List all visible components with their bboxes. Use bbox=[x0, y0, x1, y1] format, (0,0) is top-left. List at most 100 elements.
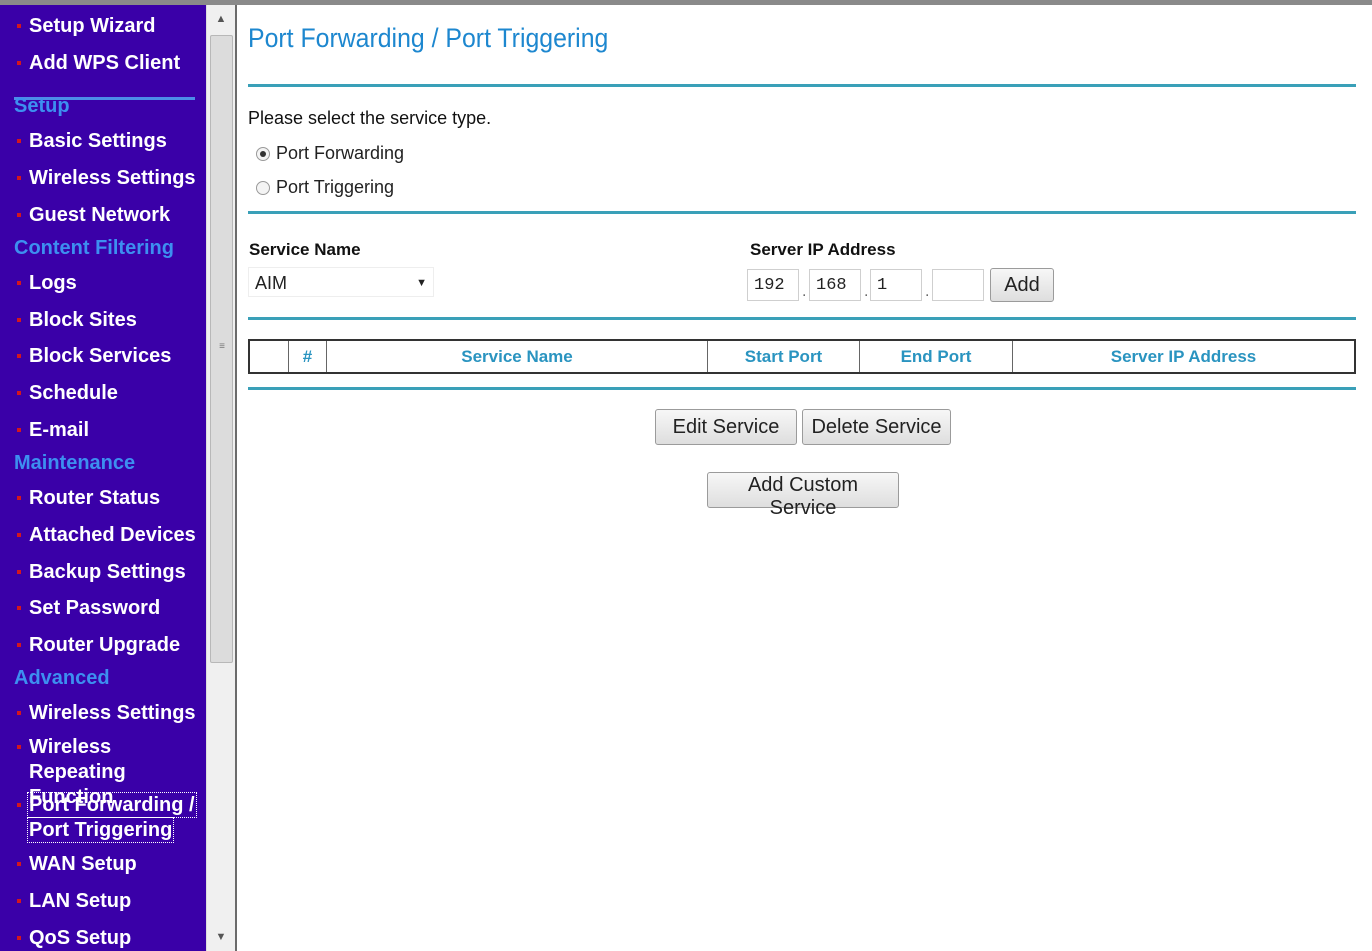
sidebar-item[interactable]: Basic Settings bbox=[0, 129, 206, 154]
table-header-row: # Service Name Start Port End Port Serve… bbox=[248, 339, 1356, 374]
sidebar-item[interactable]: WAN Setup bbox=[0, 852, 206, 877]
ip-separator: . bbox=[864, 283, 869, 300]
sidebar-item-label[interactable]: Attached Devices bbox=[29, 524, 196, 546]
index-column-header: # bbox=[288, 339, 327, 374]
main-content: Port Forwarding / Port Triggering Please… bbox=[236, 5, 1372, 951]
ip-separator: . bbox=[802, 283, 807, 300]
port-forwarding-radio-option[interactable]: Port Forwarding bbox=[256, 143, 404, 164]
add-button[interactable]: Add bbox=[990, 268, 1054, 302]
port-forwarding-radio[interactable] bbox=[256, 146, 270, 161]
bullet-icon bbox=[17, 643, 21, 647]
server-ip-label: Server IP Address bbox=[750, 240, 896, 259]
bullet-icon bbox=[17, 354, 21, 358]
sidebar-item[interactable]: Block Services bbox=[0, 344, 206, 369]
sidebar-item-label[interactable]: Router Status bbox=[29, 487, 160, 509]
sidebar-item[interactable]: Router Upgrade bbox=[0, 633, 206, 658]
grip-icon: ≡ bbox=[219, 341, 225, 352]
section-divider bbox=[248, 317, 1356, 320]
bullet-icon bbox=[17, 139, 21, 143]
ip-octet-1-input[interactable]: 192 bbox=[747, 269, 799, 301]
sidebar-item-label[interactable]: Router Upgrade bbox=[29, 634, 180, 656]
sidebar-item-label[interactable]: Set Password bbox=[29, 597, 160, 619]
scrollbar-thumb[interactable]: ≡ bbox=[210, 35, 233, 663]
sidebar-section-heading: Content Filtering bbox=[0, 236, 206, 261]
sidebar-item-label[interactable]: Schedule bbox=[29, 382, 118, 404]
delete-service-button[interactable]: Delete Service bbox=[802, 409, 951, 445]
bullet-icon bbox=[17, 213, 21, 217]
service-type-prompt: Please select the service type. bbox=[248, 108, 492, 128]
sidebar-item[interactable]: Router Status bbox=[0, 486, 206, 511]
sidebar-item[interactable]: Port Forwarding / Port Triggering bbox=[0, 792, 206, 843]
sidebar-item-label[interactable]: Guest Network bbox=[29, 204, 170, 226]
sidebar-item-label[interactable]: Block Services bbox=[29, 345, 171, 367]
bullet-icon bbox=[17, 711, 21, 715]
sidebar-item-label[interactable]: E-mail bbox=[29, 419, 89, 441]
sidebar-item[interactable]: QoS Setup bbox=[0, 926, 206, 951]
bullet-icon bbox=[17, 606, 21, 610]
sidebar-item-label[interactable]: QoS Setup bbox=[29, 927, 131, 949]
bullet-icon bbox=[17, 318, 21, 322]
end-port-column-header: End Port bbox=[859, 339, 1013, 374]
add-custom-service-button[interactable]: Add Custom Service bbox=[707, 472, 899, 519]
bullet-icon bbox=[17, 176, 21, 180]
sidebar-item-label[interactable]: Wireless Repeating bbox=[29, 736, 126, 783]
bullet-icon bbox=[17, 61, 21, 65]
sidebar-section-heading: Maintenance bbox=[0, 451, 206, 476]
scroll-up-arrow-icon[interactable]: ▲ bbox=[207, 5, 235, 33]
server-ip-column-header: Server IP Address bbox=[1012, 339, 1356, 374]
ip-separator: . bbox=[925, 283, 930, 300]
ip-octet-2-input[interactable]: 168 bbox=[809, 269, 861, 301]
service-name-select[interactable]: AIM ▼ bbox=[248, 267, 434, 297]
section-divider bbox=[248, 211, 1356, 214]
page-title: Port Forwarding / Port Triggering bbox=[248, 23, 609, 53]
ip-octet-3-input[interactable]: 1 bbox=[870, 269, 922, 301]
sidebar-item[interactable]: Wireless Settings bbox=[0, 701, 206, 726]
dropdown-arrow-icon: ▼ bbox=[416, 277, 427, 289]
sidebar-item-label[interactable]: Wireless Settings bbox=[29, 702, 196, 724]
port-forwarding-label: Port Forwarding bbox=[276, 143, 405, 163]
sidebar-item[interactable]: Add WPS Client bbox=[0, 51, 206, 76]
sidebar-item-label-line2[interactable]: Port Triggering bbox=[26, 817, 175, 843]
sidebar-item[interactable]: LAN Setup bbox=[0, 889, 206, 914]
sidebar-item-label[interactable]: Backup Settings bbox=[29, 561, 186, 583]
sidebar-item[interactable]: Schedule bbox=[0, 381, 206, 406]
sidebar-item-label[interactable]: Logs bbox=[29, 272, 77, 294]
sidebar-item[interactable]: Guest Network bbox=[0, 203, 206, 228]
sidebar-item[interactable]: Setup Wizard bbox=[0, 14, 206, 39]
sidebar-section-label: Advanced bbox=[14, 667, 110, 689]
sidebar-item[interactable]: Wireless Settings bbox=[0, 166, 206, 191]
sidebar-item-label[interactable]: Add WPS Client bbox=[29, 52, 180, 74]
sidebar-item-label[interactable]: Basic Settings bbox=[29, 130, 167, 152]
services-table: # Service Name Start Port End Port Serve… bbox=[248, 339, 1356, 374]
sidebar-item-label[interactable]: Block Sites bbox=[29, 309, 137, 331]
sidebar-section-heading: Advanced bbox=[0, 666, 206, 691]
sidebar-item-label[interactable]: Wireless Settings bbox=[29, 167, 196, 189]
sidebar-item[interactable]: Logs bbox=[0, 271, 206, 296]
bullet-icon bbox=[17, 899, 21, 903]
sidebar-section-label: Setup bbox=[14, 95, 70, 117]
sidebar-item[interactable]: Set Password bbox=[0, 596, 206, 621]
sidebar-item[interactable]: Block Sites bbox=[0, 308, 206, 333]
port-triggering-radio-option[interactable]: Port Triggering bbox=[256, 177, 394, 198]
scroll-down-arrow-icon[interactable]: ▼ bbox=[207, 923, 235, 951]
sidebar-section-heading: Setup bbox=[0, 94, 206, 119]
bullet-icon bbox=[17, 862, 21, 866]
sidebar-item-label[interactable]: WAN Setup bbox=[29, 853, 137, 875]
sidebar-item-label[interactable]: LAN Setup bbox=[29, 890, 131, 912]
start-port-column-header: Start Port bbox=[707, 339, 860, 374]
title-divider bbox=[248, 84, 1356, 87]
sidebar-scrollbar[interactable]: ▲ ≡ ▼ bbox=[206, 5, 237, 951]
ip-octet-4-input[interactable] bbox=[932, 269, 984, 301]
bullet-icon bbox=[17, 570, 21, 574]
port-triggering-radio[interactable] bbox=[256, 180, 270, 195]
sidebar-item-label[interactable]: Port Forwarding / bbox=[27, 792, 197, 818]
sidebar-item[interactable]: Attached Devices bbox=[0, 523, 206, 548]
edit-service-button[interactable]: Edit Service bbox=[655, 409, 797, 445]
service-name-value: AIM bbox=[255, 273, 288, 293]
port-triggering-label: Port Triggering bbox=[276, 177, 395, 197]
sidebar-item[interactable]: Backup Settings bbox=[0, 560, 206, 585]
sidebar-section-label: Maintenance bbox=[14, 452, 136, 474]
bullet-icon bbox=[17, 281, 21, 285]
sidebar-item-label[interactable]: Setup Wizard bbox=[29, 15, 156, 37]
sidebar-item[interactable]: E-mail bbox=[0, 418, 206, 443]
